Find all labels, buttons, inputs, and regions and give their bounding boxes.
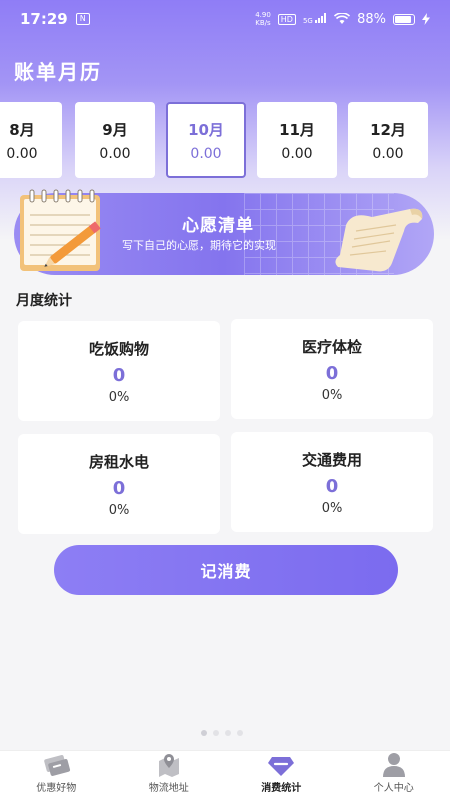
tab-label: 物流地址 xyxy=(148,783,189,794)
notification-app-icon: N xyxy=(75,13,90,25)
month-amount: 0.00 xyxy=(6,145,38,162)
net-speed-value: 4.90 xyxy=(255,11,271,19)
wish-list-subtitle: 写下自己的心愿，期待它的实现 xyxy=(122,239,276,252)
stat-label: 房租水电 xyxy=(88,452,149,471)
stat-value: 0 xyxy=(325,362,339,384)
status-right: 4.90 KB/s HD 5G 88% xyxy=(255,11,430,27)
map-pin-icon xyxy=(158,754,179,777)
tab-label: 个人中心 xyxy=(373,783,414,794)
stat-card-rent-utilities[interactable]: 房租水电 0 0% xyxy=(18,434,220,534)
stat-card-medical[interactable]: 医疗体检 0 0% xyxy=(231,319,433,419)
month-card-8[interactable]: 8月 0.00 xyxy=(0,102,62,178)
coupon-icon xyxy=(44,755,71,776)
stat-value: 0 xyxy=(112,477,126,499)
net-speed-unit: KB/s xyxy=(255,19,271,27)
page-indicator xyxy=(201,730,243,736)
stat-percent: 0% xyxy=(321,500,343,516)
stat-percent: 0% xyxy=(321,387,343,403)
month-card-12[interactable]: 12月 0.00 xyxy=(348,102,428,178)
month-amount: 0.00 xyxy=(372,145,404,162)
status-time: 17:29 xyxy=(20,10,68,28)
stat-card-transport[interactable]: 交通费用 0 0% xyxy=(231,432,433,532)
month-label: 9月 xyxy=(102,120,128,139)
month-label: 8月 xyxy=(9,120,35,139)
month-label: 10月 xyxy=(188,120,224,139)
wish-list-banner[interactable]: 心愿清单 写下自己的心愿，期待它的实现 xyxy=(14,189,434,275)
bottom-tab-bar: 优惠好物 物流地址 消费统计 个人中心 xyxy=(0,750,450,800)
monthly-stats-title: 月度统计 xyxy=(16,293,72,309)
status-bar: 17:29 N 4.90 KB/s HD 5G 88% xyxy=(0,0,450,38)
month-card-11[interactable]: 11月 0.00 xyxy=(257,102,337,178)
page-dot xyxy=(213,730,219,736)
stat-label: 吃饭购物 xyxy=(88,339,149,358)
diamond-icon xyxy=(268,757,295,776)
stat-percent: 0% xyxy=(108,502,130,518)
month-amount: 0.00 xyxy=(281,145,313,162)
battery-icon xyxy=(393,13,415,25)
month-selector[interactable]: 8月 0.00 9月 0.00 10月 0.00 11月 0.00 12月 0.… xyxy=(0,100,450,180)
tab-deals[interactable]: 优惠好物 xyxy=(0,751,113,800)
wifi-icon xyxy=(334,13,351,24)
tab-label: 优惠好物 xyxy=(36,783,77,794)
stat-label: 交通费用 xyxy=(301,450,362,469)
signal-icon: 5G xyxy=(303,13,327,25)
tab-spending-stats[interactable]: 消费统计 xyxy=(225,751,338,800)
stat-card-dining-shopping[interactable]: 吃饭购物 0 0% xyxy=(18,321,220,421)
stat-value: 0 xyxy=(325,475,339,497)
user-icon xyxy=(382,753,405,777)
hd-icon: HD xyxy=(277,13,296,25)
tab-label: 消费统计 xyxy=(261,783,302,794)
page-dot xyxy=(201,730,207,736)
month-label: 11月 xyxy=(279,120,315,139)
stat-value: 0 xyxy=(112,364,126,386)
add-expense-button[interactable]: 记消费 xyxy=(54,545,398,595)
wish-list-title: 心愿清单 xyxy=(182,216,254,236)
notebook-icon xyxy=(20,189,101,271)
tab-logistics[interactable]: 物流地址 xyxy=(113,751,226,800)
network-type: 5G xyxy=(302,17,313,25)
tab-profile[interactable]: 个人中心 xyxy=(338,751,450,800)
month-amount: 0.00 xyxy=(190,145,222,162)
page-dot xyxy=(237,730,243,736)
month-amount: 0.00 xyxy=(99,145,131,162)
stat-label: 医疗体检 xyxy=(301,337,362,356)
net-speed: 4.90 KB/s xyxy=(255,11,271,27)
month-label: 12月 xyxy=(370,120,406,139)
month-card-9[interactable]: 9月 0.00 xyxy=(75,102,155,178)
scroll-paper-icon xyxy=(335,208,423,272)
page-title: 账单月历 xyxy=(14,60,102,84)
stat-percent: 0% xyxy=(108,389,130,405)
battery-percent: 88% xyxy=(357,11,386,27)
month-card-10[interactable]: 10月 0.00 xyxy=(166,102,246,178)
page-dot xyxy=(225,730,231,736)
charging-icon xyxy=(422,13,430,25)
